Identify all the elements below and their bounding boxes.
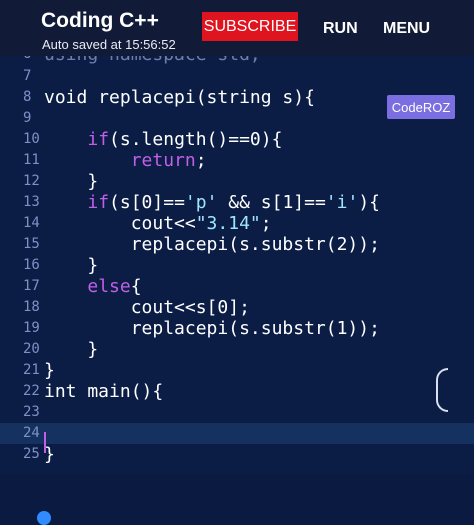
line-number: 23 <box>23 404 40 420</box>
code-line[interactable]: 23 <box>0 402 474 423</box>
line-number: 24 <box>23 425 40 441</box>
scroll-handle[interactable] <box>436 368 448 412</box>
code-line[interactable]: 20 } <box>0 339 474 360</box>
line-number: 13 <box>23 194 40 210</box>
cursor-handle[interactable] <box>37 511 51 525</box>
code-text: } <box>44 339 99 360</box>
code-line[interactable]: 12 } <box>0 171 474 192</box>
code-line[interactable]: 11 return; <box>0 150 474 171</box>
code-text: if(s.length()==0){ <box>87 129 283 150</box>
line-number: 9 <box>23 110 32 126</box>
line-number: 8 <box>23 89 32 105</box>
code-text: } <box>44 255 99 276</box>
code-line[interactable]: 18 cout<<s[0]; <box>0 297 474 318</box>
code-line[interactable]: 17 else{ <box>0 276 474 297</box>
code-line[interactable]: 15 replacepi(s.substr(2)); <box>0 234 474 255</box>
code-line[interactable]: 13 if(s[0]=='p' && s[1]=='i'){ <box>0 192 474 213</box>
line-number: 17 <box>23 278 40 294</box>
code-line[interactable]: 21} <box>0 360 474 381</box>
line-number: 21 <box>23 362 40 378</box>
code-line[interactable]: 7 <box>0 66 474 87</box>
line-number: 15 <box>23 236 40 252</box>
save-status: Auto saved at 15:56:52 <box>42 37 176 52</box>
text-cursor <box>44 432 46 453</box>
code-text: else{ <box>87 276 142 297</box>
code-text: cout<<"3.14"; <box>44 213 272 234</box>
line-number: 7 <box>23 68 32 84</box>
subscribe-button[interactable]: SUBSCRIBE <box>202 12 298 41</box>
code-text: } <box>44 360 55 381</box>
line-number: 14 <box>23 215 40 231</box>
line-number: 20 <box>23 341 40 357</box>
code-text: return; <box>130 150 207 171</box>
watermark-badge: CodeROZ <box>387 95 455 119</box>
code-text: } <box>44 171 99 192</box>
app-toolbar: Coding C++ Auto saved at 15:56:52 SUBSCR… <box>0 0 474 56</box>
run-button[interactable]: RUN <box>323 20 358 38</box>
code-text: if(s[0]=='p' && s[1]=='i'){ <box>87 192 380 213</box>
line-number: 10 <box>23 131 40 147</box>
app-title: Coding C++ <box>41 9 159 32</box>
code-line[interactable]: 22 int main(){ <box>0 381 474 402</box>
code-line[interactable]: 16 } <box>0 255 474 276</box>
line-number: 22 <box>23 383 40 399</box>
menu-button[interactable]: MENU <box>383 20 430 38</box>
code-text: replacepi(s.substr(2)); <box>44 234 380 255</box>
line-number: 16 <box>23 257 40 273</box>
line-number: 12 <box>23 173 40 189</box>
code-text: void replacepi(string s){ <box>44 87 315 108</box>
code-text: cout<<s[0]; <box>44 297 250 318</box>
line-number: 11 <box>23 152 40 168</box>
line-number: 25 <box>23 446 40 462</box>
code-line[interactable]: 10 if(s.length()==0){ <box>0 129 474 150</box>
code-line[interactable]: 14 cout<<"3.14"; <box>0 213 474 234</box>
code-line[interactable]: 25} <box>0 444 474 465</box>
line-number: 18 <box>23 299 40 315</box>
code-text: int main(){ <box>44 381 164 402</box>
line-number: 19 <box>23 320 40 336</box>
code-text: replacepi(s.substr(1)); <box>44 318 380 339</box>
code-line[interactable]: 19 replacepi(s.substr(1)); <box>0 318 474 339</box>
code-line[interactable]: 24 <box>0 423 474 444</box>
